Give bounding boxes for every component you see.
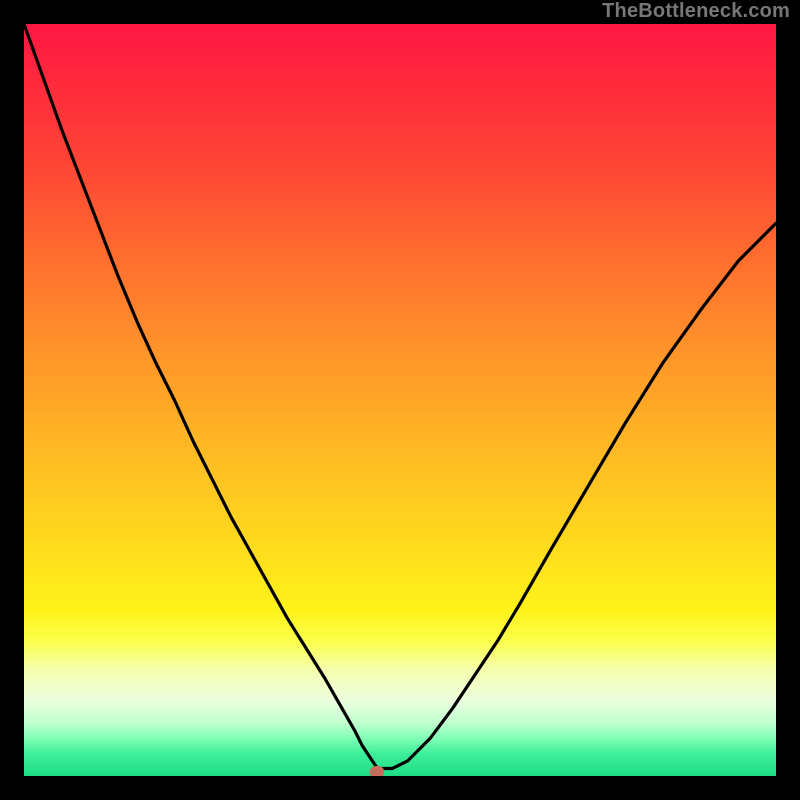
plot-area bbox=[24, 24, 776, 776]
curve-svg bbox=[24, 24, 776, 776]
bottleneck-curve bbox=[24, 24, 776, 768]
watermark-text: TheBottleneck.com bbox=[602, 0, 790, 23]
chart-frame: TheBottleneck.com bbox=[0, 0, 800, 800]
minimum-marker bbox=[370, 766, 384, 776]
